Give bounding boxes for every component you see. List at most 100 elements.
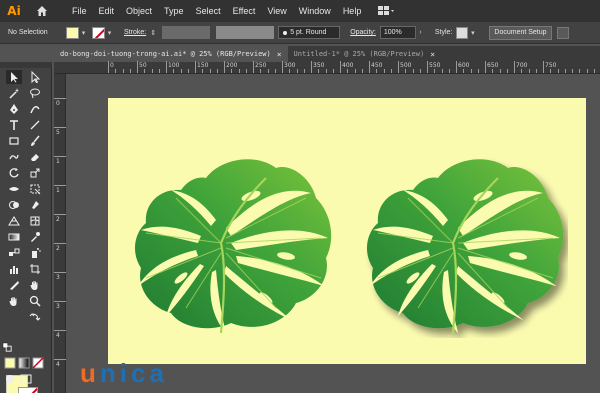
ruler-top-minor-tick	[137, 69, 138, 73]
document-setup-button[interactable]: Document Setup	[489, 25, 552, 40]
menu-window[interactable]: Window	[293, 6, 337, 16]
swap-fill-stroke-icon[interactable]	[27, 310, 43, 324]
stroke-color-swatch[interactable]	[18, 387, 38, 393]
type-tool-icon[interactable]	[6, 118, 22, 132]
rotate-tool-icon[interactable]	[6, 166, 22, 180]
width-tool-icon[interactable]	[6, 182, 22, 196]
ruler-top-minor-tick	[427, 69, 428, 73]
ruler-top-minor-tick	[383, 69, 385, 73]
tab-label: do-bong-doi-tuong-trong-ai.ai* @ 25% (RG…	[60, 50, 271, 58]
curvature-tool-icon[interactable]	[27, 102, 43, 116]
close-icon[interactable]: ×	[277, 50, 282, 59]
ruler-top-minor-tick	[325, 69, 327, 73]
live-paint-tool-icon[interactable]	[27, 198, 43, 212]
color-mode-icon[interactable]	[4, 357, 16, 369]
scale-tool-icon[interactable]	[27, 166, 43, 180]
style-dropdown-icon[interactable]: ▾	[468, 29, 477, 37]
variable-width-profile[interactable]	[216, 26, 275, 39]
gradient-mode-icon[interactable]	[18, 357, 30, 369]
ruler-top-minor-tick	[209, 69, 211, 73]
stroke-weight-stepper[interactable]: ⇕	[150, 29, 158, 37]
menu-help[interactable]: Help	[337, 6, 368, 16]
preferences-icon[interactable]	[556, 26, 569, 39]
line-segment-tool-icon[interactable]	[27, 118, 43, 132]
ruler-top-minor-tick	[492, 69, 494, 73]
free-transform-tool-icon[interactable]	[27, 182, 43, 196]
symbol-sprayer-tool-icon[interactable]	[27, 246, 43, 260]
ruler-top-minor-tick	[470, 69, 472, 73]
menu-file[interactable]: File	[66, 6, 93, 16]
style-swatch[interactable]	[456, 26, 469, 39]
opacity-arrow-icon[interactable]: ›	[416, 29, 425, 36]
ruler-top-minor-tick	[390, 69, 392, 73]
selection-tool-icon[interactable]	[6, 70, 22, 84]
fill-dropdown-icon[interactable]: ▾	[79, 29, 88, 37]
tab-untitled-document[interactable]: Untitled-1* @ 25% (RGB/Preview) ×	[288, 46, 441, 62]
close-icon[interactable]: ×	[430, 50, 435, 59]
eraser-tool-icon[interactable]	[27, 150, 43, 164]
eyedropper-tool-icon[interactable]	[27, 230, 43, 244]
rectangle-tool-icon[interactable]	[6, 134, 22, 148]
panel-grip[interactable]	[0, 62, 52, 68]
stroke-label[interactable]: Stroke:	[124, 29, 146, 36]
menu-edit[interactable]: Edit	[93, 6, 121, 16]
ruler-top-minor-tick	[543, 69, 544, 73]
ruler-left-tick	[54, 127, 66, 128]
stroke-weight-field[interactable]	[162, 26, 211, 39]
menu-type[interactable]: Type	[158, 6, 190, 16]
menu-view[interactable]: View	[261, 6, 292, 16]
artboard[interactable]	[108, 98, 586, 364]
perspective-grid-tool-icon[interactable]	[6, 214, 22, 228]
ruler-left-label: 4	[56, 361, 60, 368]
ruler-top-minor-tick	[122, 69, 124, 73]
column-graph-tool-icon[interactable]	[6, 262, 22, 276]
ruler-top-label: 450	[371, 62, 383, 69]
workspace-switcher-icon[interactable]	[377, 4, 395, 18]
ruler-top-minor-tick	[282, 69, 283, 73]
none-mode-icon[interactable]	[32, 357, 44, 369]
paintbrush-tool-icon[interactable]	[27, 134, 43, 148]
gradient-tool-icon[interactable]	[6, 230, 22, 244]
opacity-label[interactable]: Opacity:	[350, 29, 376, 36]
ruler-left-tick	[54, 330, 66, 331]
menu-object[interactable]: Object	[120, 6, 158, 16]
tab-active-document[interactable]: do-bong-doi-tuong-trong-ai.ai* @ 25% (RG…	[54, 46, 288, 62]
document-tabs: do-bong-doi-tuong-trong-ai.ai* @ 25% (RG…	[54, 46, 600, 62]
shape-builder-tool-icon[interactable]	[6, 198, 22, 212]
default-colors-icon[interactable]	[2, 342, 12, 352]
zoom-tool-icon[interactable]	[27, 294, 43, 308]
menu-select[interactable]: Select	[190, 6, 227, 16]
shaper-tool-icon[interactable]	[6, 150, 22, 164]
ruler-top-minor-tick	[347, 69, 349, 73]
ruler-top-label: 50	[139, 62, 147, 69]
opacity-field[interactable]: 100%	[379, 26, 416, 39]
stroke-dropdown-icon[interactable]: ▾	[105, 29, 114, 37]
home-icon[interactable]	[32, 1, 52, 21]
fill-swatch[interactable]	[66, 26, 79, 39]
magic-wand-tool-icon[interactable]	[6, 86, 22, 100]
brush-definition[interactable]: 5 pt. Round	[278, 26, 341, 39]
draw-mode-icon[interactable]	[4, 374, 16, 384]
stroke-swatch[interactable]	[92, 26, 105, 39]
canvas-area[interactable]	[66, 74, 600, 393]
vertical-ruler[interactable]: 0 5 1 1 2 2 3 3 4 4	[54, 74, 66, 393]
blend-tool-icon[interactable]	[6, 246, 22, 260]
artboard-tool-icon[interactable]	[27, 262, 43, 276]
monstera-leaf-original[interactable]	[126, 138, 336, 338]
screen-mode-icon[interactable]	[20, 374, 32, 384]
lasso-tool-icon[interactable]	[27, 86, 43, 100]
ruler-left-label: 0	[56, 100, 60, 107]
hand-tool-icon[interactable]	[27, 278, 43, 292]
ruler-top-minor-tick	[369, 69, 370, 73]
mesh-tool-icon[interactable]	[27, 214, 43, 228]
ruler-left-tick	[54, 98, 66, 99]
hand-tool-alt-icon[interactable]	[6, 294, 22, 308]
menu-effect[interactable]: Effect	[227, 6, 262, 16]
ruler-top-minor-tick	[260, 69, 262, 73]
horizontal-ruler[interactable]: 0 50 100 150 200 250 300 350 400 450 500 550 600 650 7…	[54, 61, 600, 74]
pen-tool-icon[interactable]	[6, 102, 22, 116]
direct-selection-tool-icon[interactable]	[27, 70, 43, 84]
monstera-leaf-shadow[interactable]	[358, 138, 568, 338]
slice-tool-icon[interactable]	[6, 278, 22, 292]
ruler-top-label: 100	[168, 62, 180, 69]
